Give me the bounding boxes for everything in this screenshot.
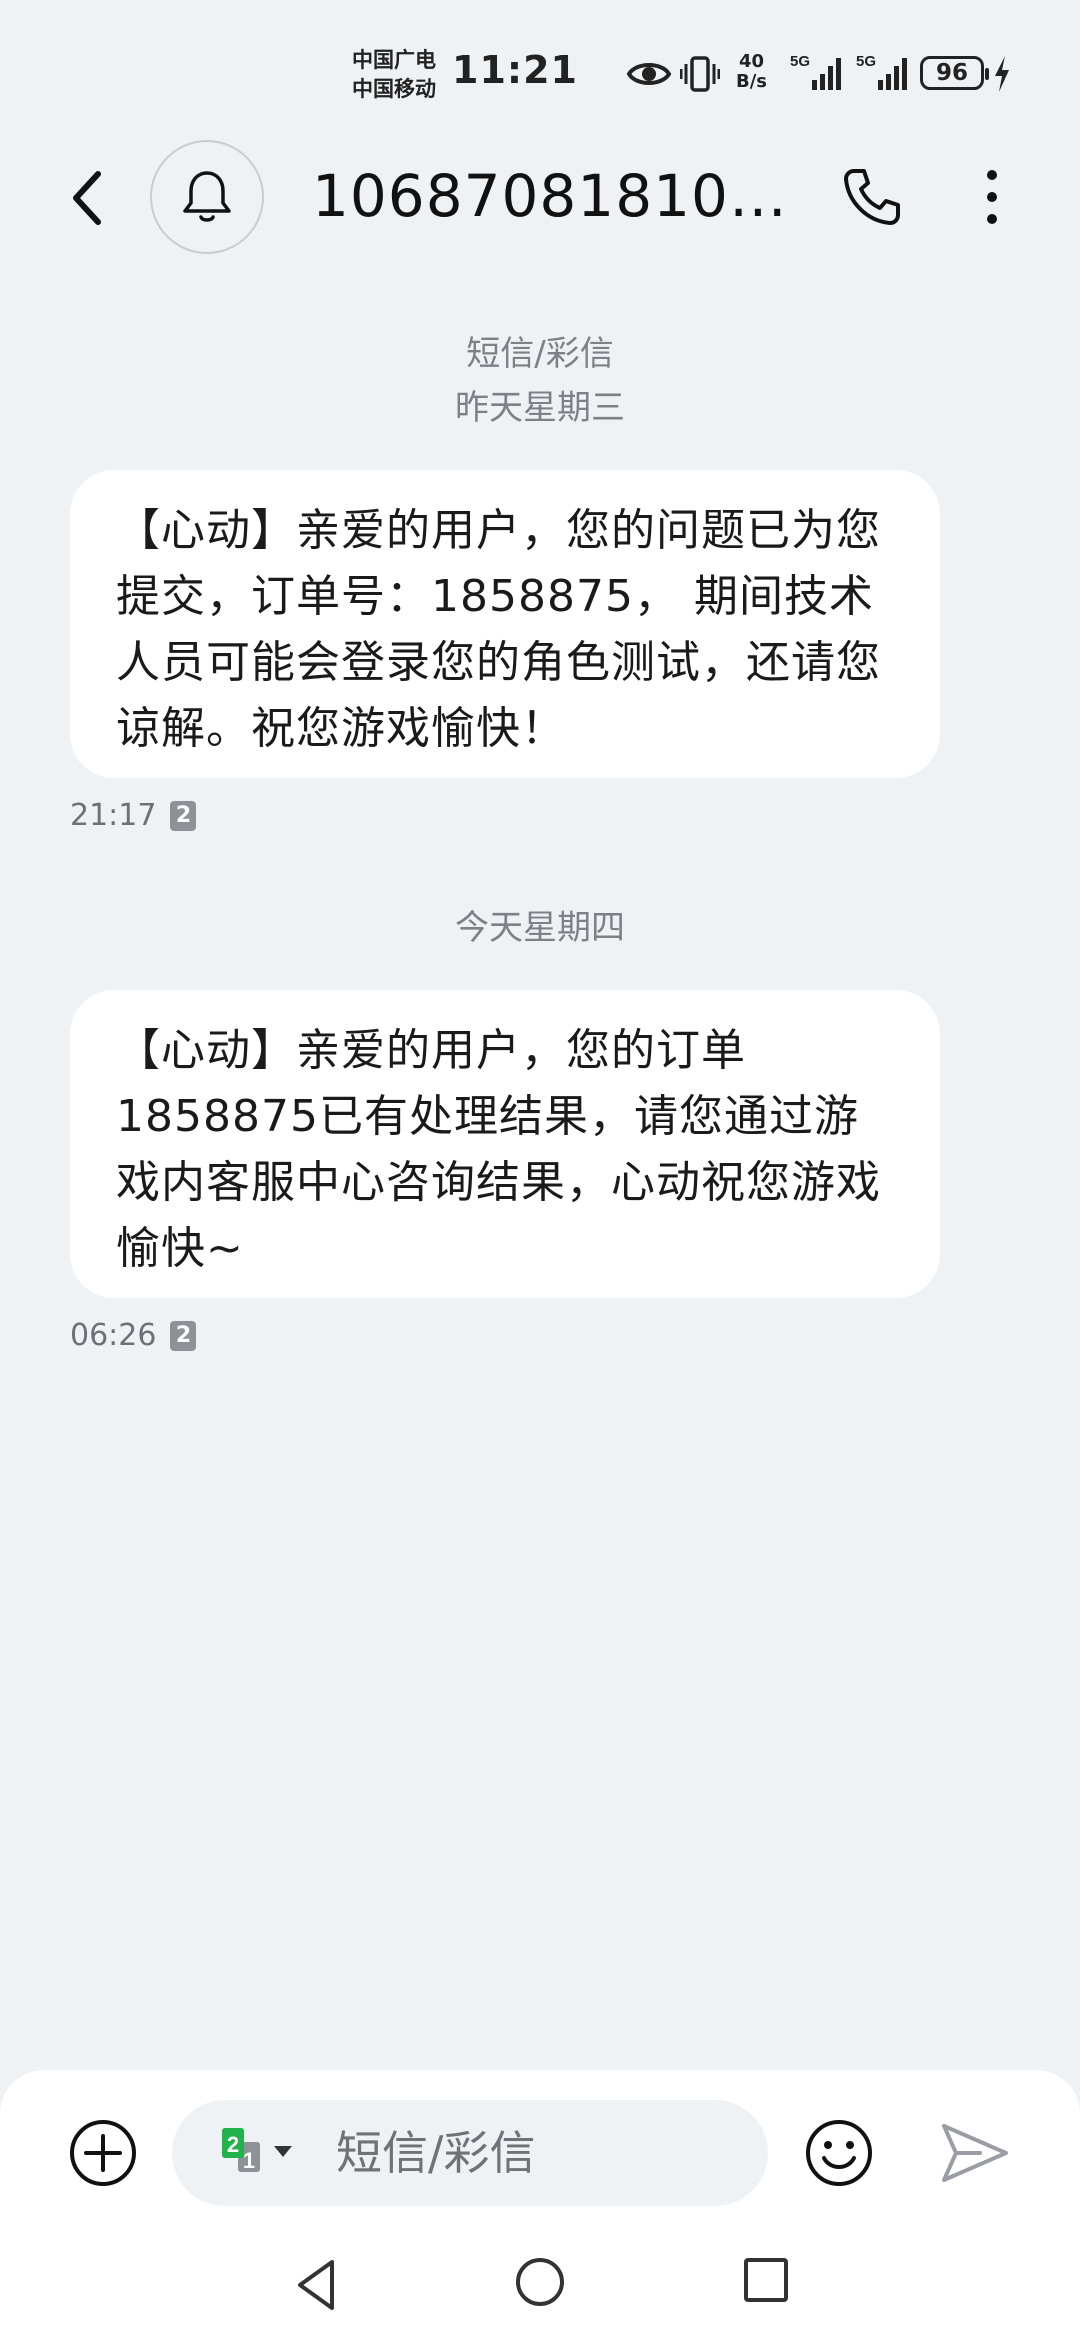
message-time: 06:26	[70, 1318, 157, 1353]
net-speed: 40 B/s	[736, 52, 767, 92]
date-separator: 昨天星期三	[455, 388, 625, 428]
vibrate-icon	[680, 56, 720, 92]
contact-avatar[interactable]	[150, 140, 264, 254]
sim-primary-label: 2	[227, 2132, 239, 2157]
message-time: 21:17	[70, 798, 157, 833]
nav-back-icon[interactable]	[292, 2256, 340, 2314]
sim-select-icon[interactable]: 1 2	[220, 2126, 300, 2182]
date-separator: 今天星期四	[455, 908, 625, 948]
emoji-icon[interactable]	[804, 2118, 874, 2188]
signal-2-label: 5G	[856, 53, 876, 70]
message-bubble[interactable]: 【心动】亲爱的用户，您的问题已为您提交，订单号：1858875， 期间技术人员可…	[70, 470, 940, 778]
sim-secondary-label: 1	[243, 2148, 255, 2173]
signal-icon: 5G	[790, 53, 841, 90]
charging-icon	[995, 56, 1009, 92]
conversation-header: 1068708181002...	[0, 140, 1080, 254]
battery-level: 96	[935, 60, 968, 86]
more-vertical-icon[interactable]	[970, 165, 1014, 229]
carrier-names: 中国广电 中国移动	[352, 46, 448, 104]
sim-badge: 2	[170, 800, 197, 831]
back-arrow-icon[interactable]	[60, 168, 120, 228]
status-bar: 中国广电 中国移动 11:21 40 B/s 5G 5G 96	[0, 0, 1080, 140]
battery-icon: 96	[920, 56, 989, 90]
system-nav-bar	[0, 2240, 1080, 2344]
message-input[interactable]	[336, 2126, 746, 2180]
phone-icon[interactable]	[840, 165, 904, 229]
message-bubble[interactable]: 【心动】亲爱的用户，您的订单1858875已有处理结果，请您通过游戏内客服中心咨…	[70, 990, 940, 1298]
carrier-1: 中国广电	[352, 48, 436, 72]
signal-1-label: 5G	[790, 53, 810, 70]
net-speed-value: 40	[738, 51, 765, 72]
bell-icon	[183, 171, 231, 222]
signal-icon: 5G	[856, 53, 907, 90]
eye-icon	[626, 63, 672, 85]
contact-number[interactable]: 1068708181002...	[312, 162, 792, 230]
message-meta: 06:26 2	[70, 1318, 197, 1353]
plus-circle-icon[interactable]	[68, 2118, 138, 2188]
thread-type-label: 短信/彩信	[466, 334, 614, 374]
status-time: 11:21	[452, 48, 578, 92]
sim-badge: 2	[170, 1320, 197, 1351]
message-input-pill: 1 2	[172, 2100, 768, 2206]
message-meta: 21:17 2	[70, 798, 197, 833]
net-speed-unit: B/s	[736, 71, 768, 92]
send-icon[interactable]	[940, 2120, 1010, 2186]
nav-recents-icon[interactable]	[742, 2256, 790, 2304]
carrier-2: 中国移动	[352, 77, 436, 101]
nav-home-icon[interactable]	[514, 2256, 566, 2308]
